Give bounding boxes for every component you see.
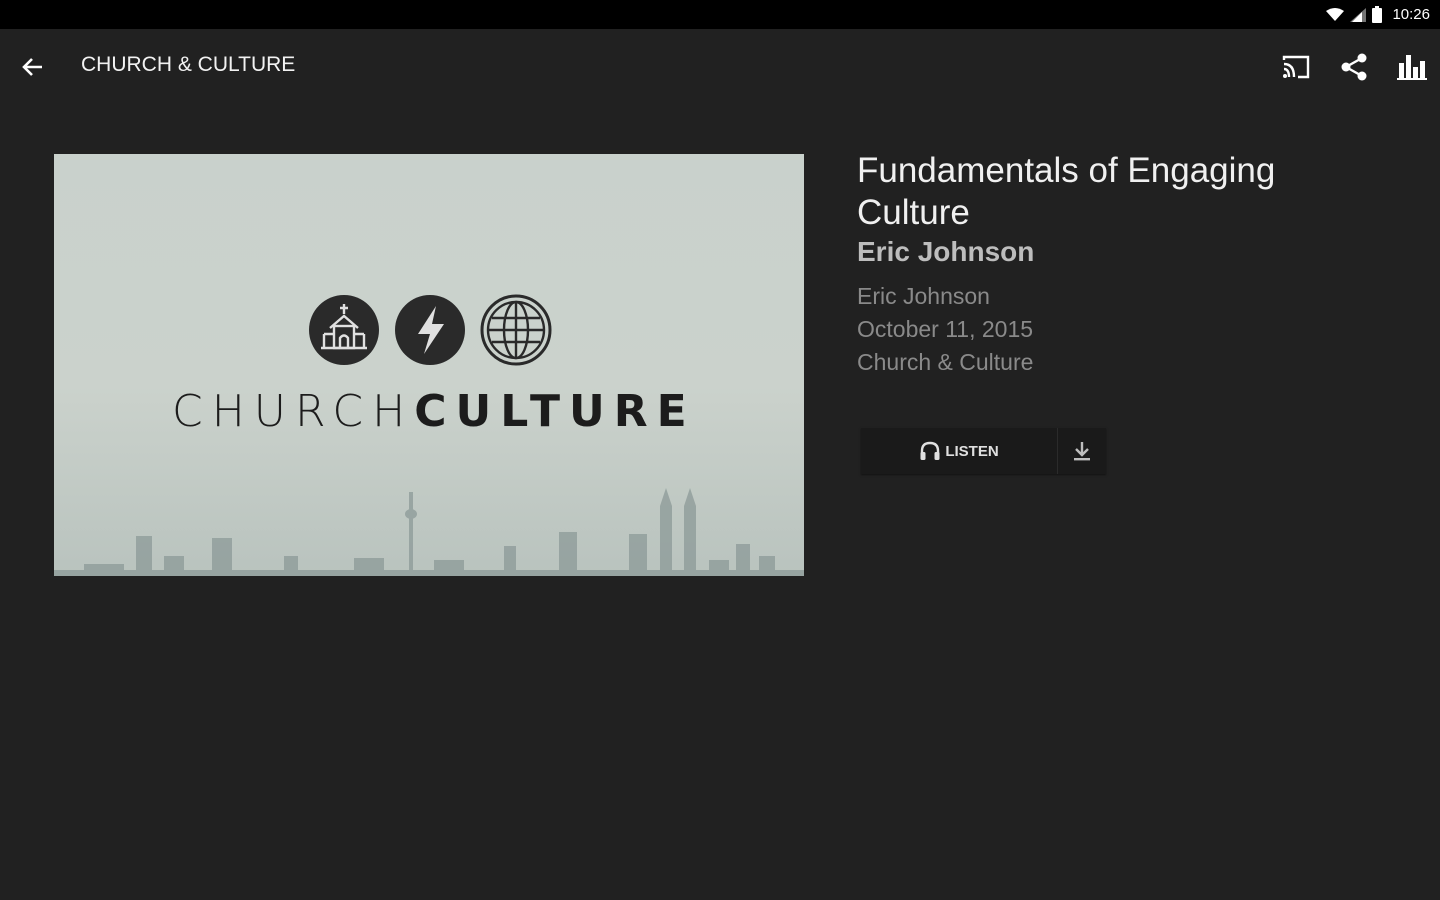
sermon-artwork: CHURCHCULTURE — [54, 154, 804, 576]
sermon-info: Fundamentals of Engaging Culture Eric Jo… — [857, 150, 1397, 379]
city-skyline-image — [54, 488, 804, 576]
cast-button[interactable] — [1276, 47, 1316, 87]
sermon-meta: Eric Johnson October 11, 2015 Church & C… — [857, 280, 1397, 379]
sermon-speaker: Eric Johnson — [857, 236, 1035, 267]
arrow-back-icon — [22, 58, 42, 76]
share-button[interactable] — [1334, 47, 1374, 87]
meta-series: Church & Culture — [857, 349, 1034, 375]
meta-speaker: Eric Johnson — [857, 283, 990, 309]
battery-icon — [1372, 6, 1383, 23]
headphones-icon — [920, 441, 940, 460]
listen-label: LISTEN — [945, 442, 999, 460]
bar-chart-icon — [1397, 55, 1427, 80]
media-actions: LISTEN — [861, 428, 1106, 474]
wordmark-culture: CULTURE — [414, 386, 696, 437]
church-icon — [309, 295, 379, 365]
globe-icon — [480, 294, 552, 366]
sermon-title: Fundamentals of Engaging Culture — [857, 151, 1276, 232]
app-actions — [1276, 47, 1432, 87]
cast-icon — [1282, 55, 1310, 79]
app-title: CHURCH & CULTURE — [81, 53, 296, 76]
app-bar: CHURCH & CULTURE — [0, 29, 1440, 101]
status-time: 10:26 — [1392, 6, 1430, 23]
download-icon — [1074, 442, 1090, 461]
wifi-icon — [1326, 7, 1345, 21]
meta-date: October 11, 2015 — [857, 316, 1034, 342]
download-button[interactable] — [1058, 428, 1106, 474]
stats-button[interactable] — [1392, 47, 1432, 87]
status-bar: 10:26 — [0, 0, 1440, 29]
cell-signal-icon — [1350, 7, 1367, 22]
artwork-logo-icons — [308, 294, 552, 366]
wordmark-church: CHURCH — [172, 386, 415, 437]
back-button[interactable] — [16, 51, 48, 83]
share-icon — [1341, 53, 1367, 81]
listen-button[interactable]: LISTEN — [861, 428, 1057, 474]
artwork-wordmark: CHURCHCULTURE — [172, 386, 692, 437]
lightning-icon — [395, 295, 465, 365]
